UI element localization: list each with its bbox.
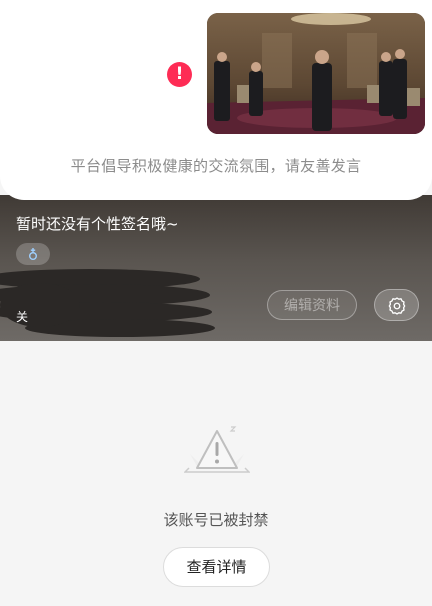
gender-icon: [29, 248, 37, 260]
edit-profile-button[interactable]: 编辑资料: [267, 290, 357, 320]
redaction-scribble: [0, 269, 215, 337]
settings-button[interactable]: [374, 289, 419, 321]
account-banned-message: 该账号已被封禁: [163, 511, 269, 529]
profile-header: 暂时还没有个性签名哦~ 关 编辑资料: [0, 195, 432, 341]
photo-illustration: [207, 13, 425, 134]
chat-image[interactable]: [207, 13, 425, 134]
gender-badge: [16, 243, 50, 265]
profile-signature[interactable]: 暂时还没有个性签名哦~: [16, 213, 179, 234]
view-details-button[interactable]: 查看详情: [163, 547, 270, 587]
gear-icon: [388, 297, 406, 315]
warning-triangle-icon: [184, 426, 250, 473]
chat-card: ! 平台倡导积极健康的交流氛围，请友善发言: [0, 0, 432, 200]
follow-count-label[interactable]: 关: [16, 308, 28, 325]
chat-notice: 平台倡导积极健康的交流氛围，请友善发言: [70, 157, 362, 175]
send-failed-icon[interactable]: !: [167, 62, 192, 87]
